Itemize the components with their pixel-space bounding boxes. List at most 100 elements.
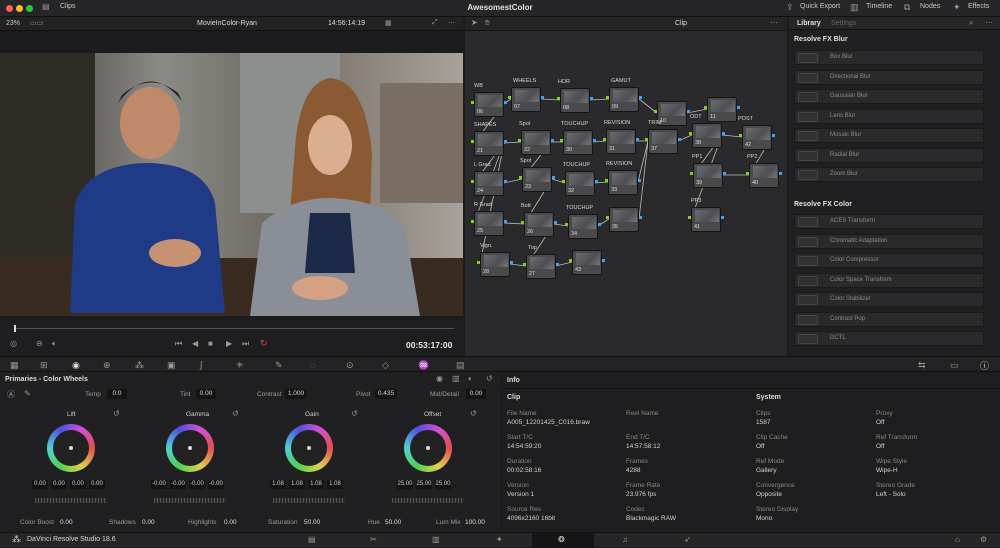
tab-library[interactable]: Library <box>797 20 821 27</box>
fx-item-contrast-pop[interactable]: Contrast Pop <box>794 311 984 327</box>
magic-mask-icon[interactable]: ◇ <box>382 360 389 371</box>
wheel-value-field[interactable]: 0.00 <box>89 480 105 489</box>
wheel-puck[interactable] <box>188 446 192 450</box>
fx-item-color-compressor[interactable]: Color Compressor <box>794 253 984 268</box>
node-22[interactable]: 22 <box>521 130 551 155</box>
fx-item-color-stabilizer[interactable]: Color Stabilizer <box>794 292 984 307</box>
blur-icon[interactable]: ♒ <box>418 360 429 371</box>
node-30[interactable]: 30 <box>563 130 593 155</box>
go-to-start-icon[interactable]: ⏮︎ <box>175 339 182 349</box>
effects-button[interactable]: Effects <box>968 3 989 10</box>
tab-settings[interactable]: Settings <box>831 20 856 27</box>
loop-playback-icon[interactable]: ↻ <box>260 338 268 349</box>
color-match-icon[interactable]: ⊞ <box>40 360 48 371</box>
fx-item-chromatic-adaptation[interactable]: Chromatic Adaptation <box>794 233 984 249</box>
color-boost-value[interactable]: 0.00 <box>60 519 73 526</box>
key-icon[interactable]: ▤ <box>456 360 465 371</box>
wheel-value-field[interactable]: 0.00 <box>70 480 86 489</box>
section-resolve-fx-color[interactable]: Resolve FX Color <box>794 201 852 208</box>
volume-icon[interactable]: 🔈︎ <box>52 339 57 349</box>
wheel-value-field[interactable]: 1.08 <box>289 480 305 489</box>
search-icon[interactable]: ⌕ <box>969 18 973 28</box>
node-10[interactable]: 10 <box>657 101 687 126</box>
node-35[interactable]: 35 <box>609 207 639 232</box>
wheel-value-field[interactable]: -0.00 <box>208 480 224 489</box>
cut-page-icon[interactable]: ✂ <box>370 535 377 544</box>
saturation-value[interactable]: 50.00 <box>304 519 320 526</box>
wheel-value-field[interactable]: 1.08 <box>327 480 343 489</box>
reset-primaries-icon[interactable]: ↺ <box>486 374 493 383</box>
playhead[interactable] <box>14 325 16 332</box>
wheel-value-field[interactable]: 1.08 <box>308 480 324 489</box>
play-reverse-icon[interactable]: ◀ <box>192 339 198 348</box>
sizing-icon[interactable]: ⇆ <box>918 360 926 371</box>
node-27[interactable]: 27 <box>526 254 556 279</box>
wheel-value-field[interactable]: 0.00 <box>51 480 67 489</box>
minimize-window-button[interactable] <box>16 5 23 12</box>
fx-item-mosaic-blur[interactable]: Mosaic Blur <box>794 128 984 143</box>
lum-mix-value[interactable]: 100.00 <box>465 519 485 526</box>
nodes-button[interactable]: Nodes <box>920 3 940 10</box>
motion-effects-icon[interactable]: ▣ <box>167 360 176 371</box>
node-37[interactable]: 37 <box>648 129 678 154</box>
node-21[interactable]: 21 <box>474 131 504 156</box>
zoom-window-button[interactable] <box>26 5 33 12</box>
master-wheel-dial[interactable] <box>273 498 345 503</box>
project-settings-icon[interactable]: ⚙ <box>980 535 987 544</box>
node-31[interactable]: 31 <box>606 129 636 154</box>
log-mode-icon[interactable]: ◐ <box>468 374 473 383</box>
node-25[interactable]: 25 <box>474 211 504 236</box>
fx-item-radial-blur[interactable]: Radial Blur <box>794 147 984 163</box>
node-26[interactable]: 26 <box>524 212 554 237</box>
go-to-end-icon[interactable]: ⏭︎ <box>242 339 249 349</box>
nodes-icon[interactable]: ⧉ <box>904 2 910 13</box>
effects-icon[interactable]: ✦ <box>953 2 961 13</box>
wheel-puck[interactable] <box>69 446 73 450</box>
fairlight-page-icon[interactable]: ♫ <box>622 535 628 544</box>
hdr-wheels-icon[interactable]: ⊕ <box>103 360 111 371</box>
wheel-value-field[interactable]: -0.00 <box>170 480 186 489</box>
node-40[interactable]: 40 <box>749 163 779 188</box>
fx-item-box-blur[interactable]: Box Blur <box>794 50 984 65</box>
clips-dropdown[interactable]: Clips <box>60 3 76 10</box>
loop-icon[interactable]: ⊖ <box>36 339 43 348</box>
contrast-field[interactable]: 1.000 <box>285 389 307 399</box>
audio-scrub-icon[interactable]: ◎ <box>10 339 17 348</box>
color-page-icon[interactable]: ❂ <box>558 535 565 544</box>
wheels-mode-icon[interactable]: ◉ <box>436 374 443 383</box>
node-41[interactable]: 41 <box>691 207 721 232</box>
reset-wheel-icon[interactable]: ↺ <box>470 409 477 418</box>
master-wheel-dial[interactable] <box>154 498 226 503</box>
camera-raw-icon[interactable]: ▦ <box>10 360 19 371</box>
timeline-button[interactable]: Timeline <box>866 3 892 10</box>
node-06[interactable]: 06 <box>474 92 504 117</box>
node-23[interactable]: 23 <box>522 167 552 192</box>
node-mode-dropdown[interactable]: Clip <box>675 20 687 27</box>
stop-icon[interactable]: ■ <box>208 339 213 348</box>
scrubber-track[interactable] <box>14 328 454 329</box>
color-wheels-icon[interactable]: ◉ <box>72 360 80 371</box>
master-wheel-dial[interactable] <box>392 498 464 503</box>
library-menu-icon[interactable]: ⋯ <box>985 18 993 27</box>
curves-icon[interactable]: ∫ <box>200 360 202 370</box>
wheel-value-field[interactable]: 25.00 <box>416 480 432 489</box>
node-42[interactable]: 42 <box>742 125 772 150</box>
temp-field[interactable]: 0.0 <box>107 389 127 399</box>
wheel-value-field[interactable]: -0.00 <box>189 480 205 489</box>
node-07[interactable]: 07 <box>511 87 541 112</box>
fx-item-aces-transform[interactable]: ACES Transform <box>794 214 984 229</box>
pointer-tool-icon[interactable]: ➤ <box>471 18 478 27</box>
close-window-button[interactable] <box>6 5 13 12</box>
window-icon[interactable]: ◌ <box>310 360 315 370</box>
color-wheel-lift[interactable] <box>47 424 95 472</box>
home-icon[interactable]: ⌂ <box>955 535 960 544</box>
node-34[interactable]: 34 <box>568 214 598 239</box>
fullscreen-icon[interactable]: ⤢ <box>432 19 438 27</box>
pivot-field[interactable]: 0.435 <box>375 389 397 399</box>
node-09[interactable]: 09 <box>609 87 639 112</box>
wheel-value-field[interactable]: 25.00 <box>435 480 451 489</box>
fx-item-color-space-transform[interactable]: Color Space Transform <box>794 272 984 288</box>
node-38[interactable]: 38 <box>692 123 722 148</box>
bars-mode-icon[interactable]: ▥ <box>452 374 460 383</box>
node-43[interactable]: 43 <box>572 250 602 275</box>
